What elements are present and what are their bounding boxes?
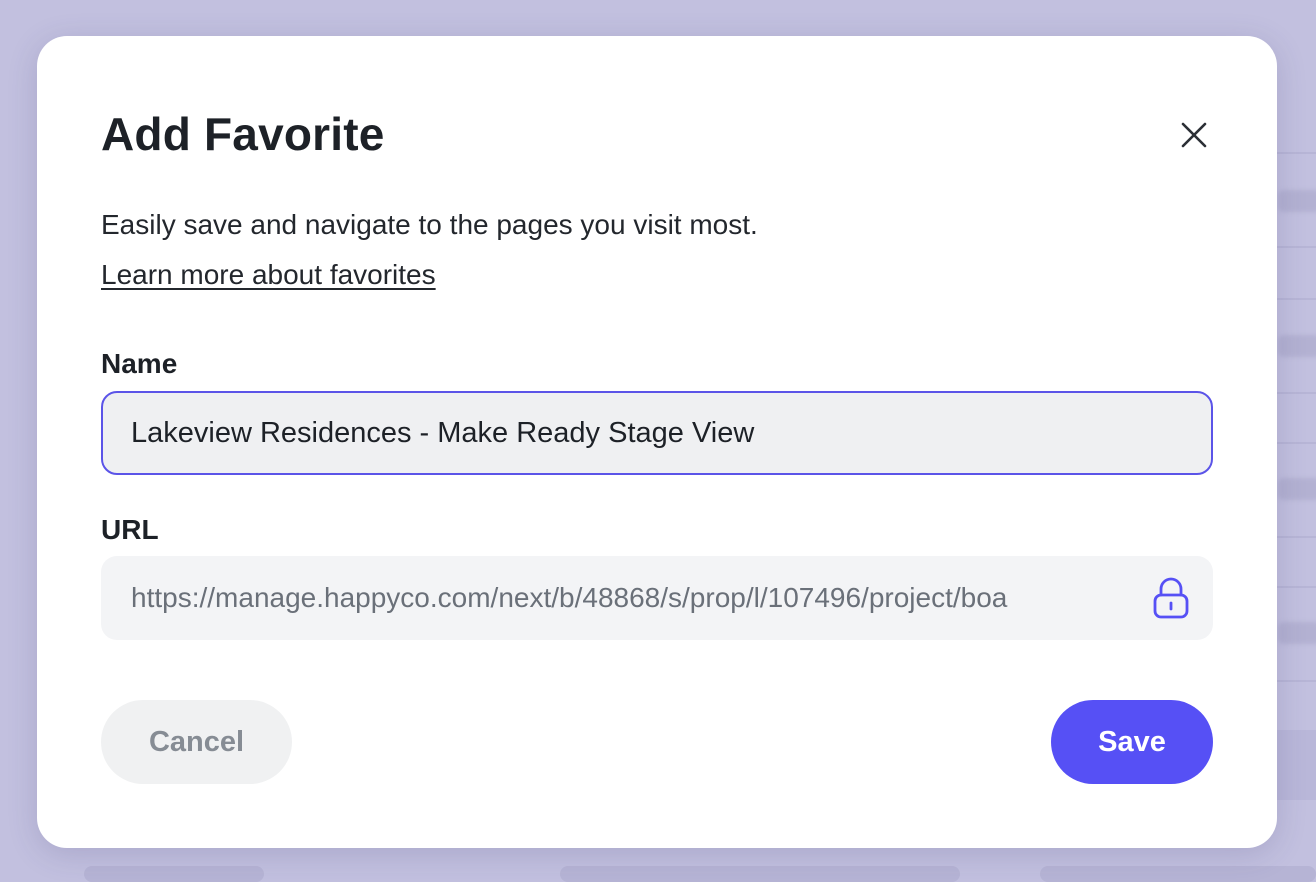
url-label: URL [101,514,159,545]
close-icon [1181,122,1207,148]
background-text [1278,622,1316,644]
background-element [1040,866,1316,882]
background-panel [1276,730,1316,800]
background-text [1278,335,1316,357]
name-label: Name [101,348,178,379]
lock-icon [1153,577,1189,619]
background-element [560,866,960,882]
dialog-title: Add Favorite [101,108,385,160]
background-text [1278,190,1316,212]
background-element [84,866,264,882]
learn-more-link[interactable]: Learn more about favorites [101,258,436,292]
close-button[interactable] [1175,116,1213,154]
dialog-description: Easily save and navigate to the pages yo… [101,209,758,240]
url-value: https://manage.happyco.com/next/b/48868/… [131,582,1008,613]
save-button[interactable]: Save [1051,700,1213,784]
cancel-button[interactable]: Cancel [101,700,292,784]
url-field: https://manage.happyco.com/next/b/48868/… [101,556,1213,640]
add-favorite-dialog: Add Favorite Easily save and navigate to… [37,36,1277,848]
name-input[interactable] [101,391,1213,475]
background-text [1278,478,1316,500]
